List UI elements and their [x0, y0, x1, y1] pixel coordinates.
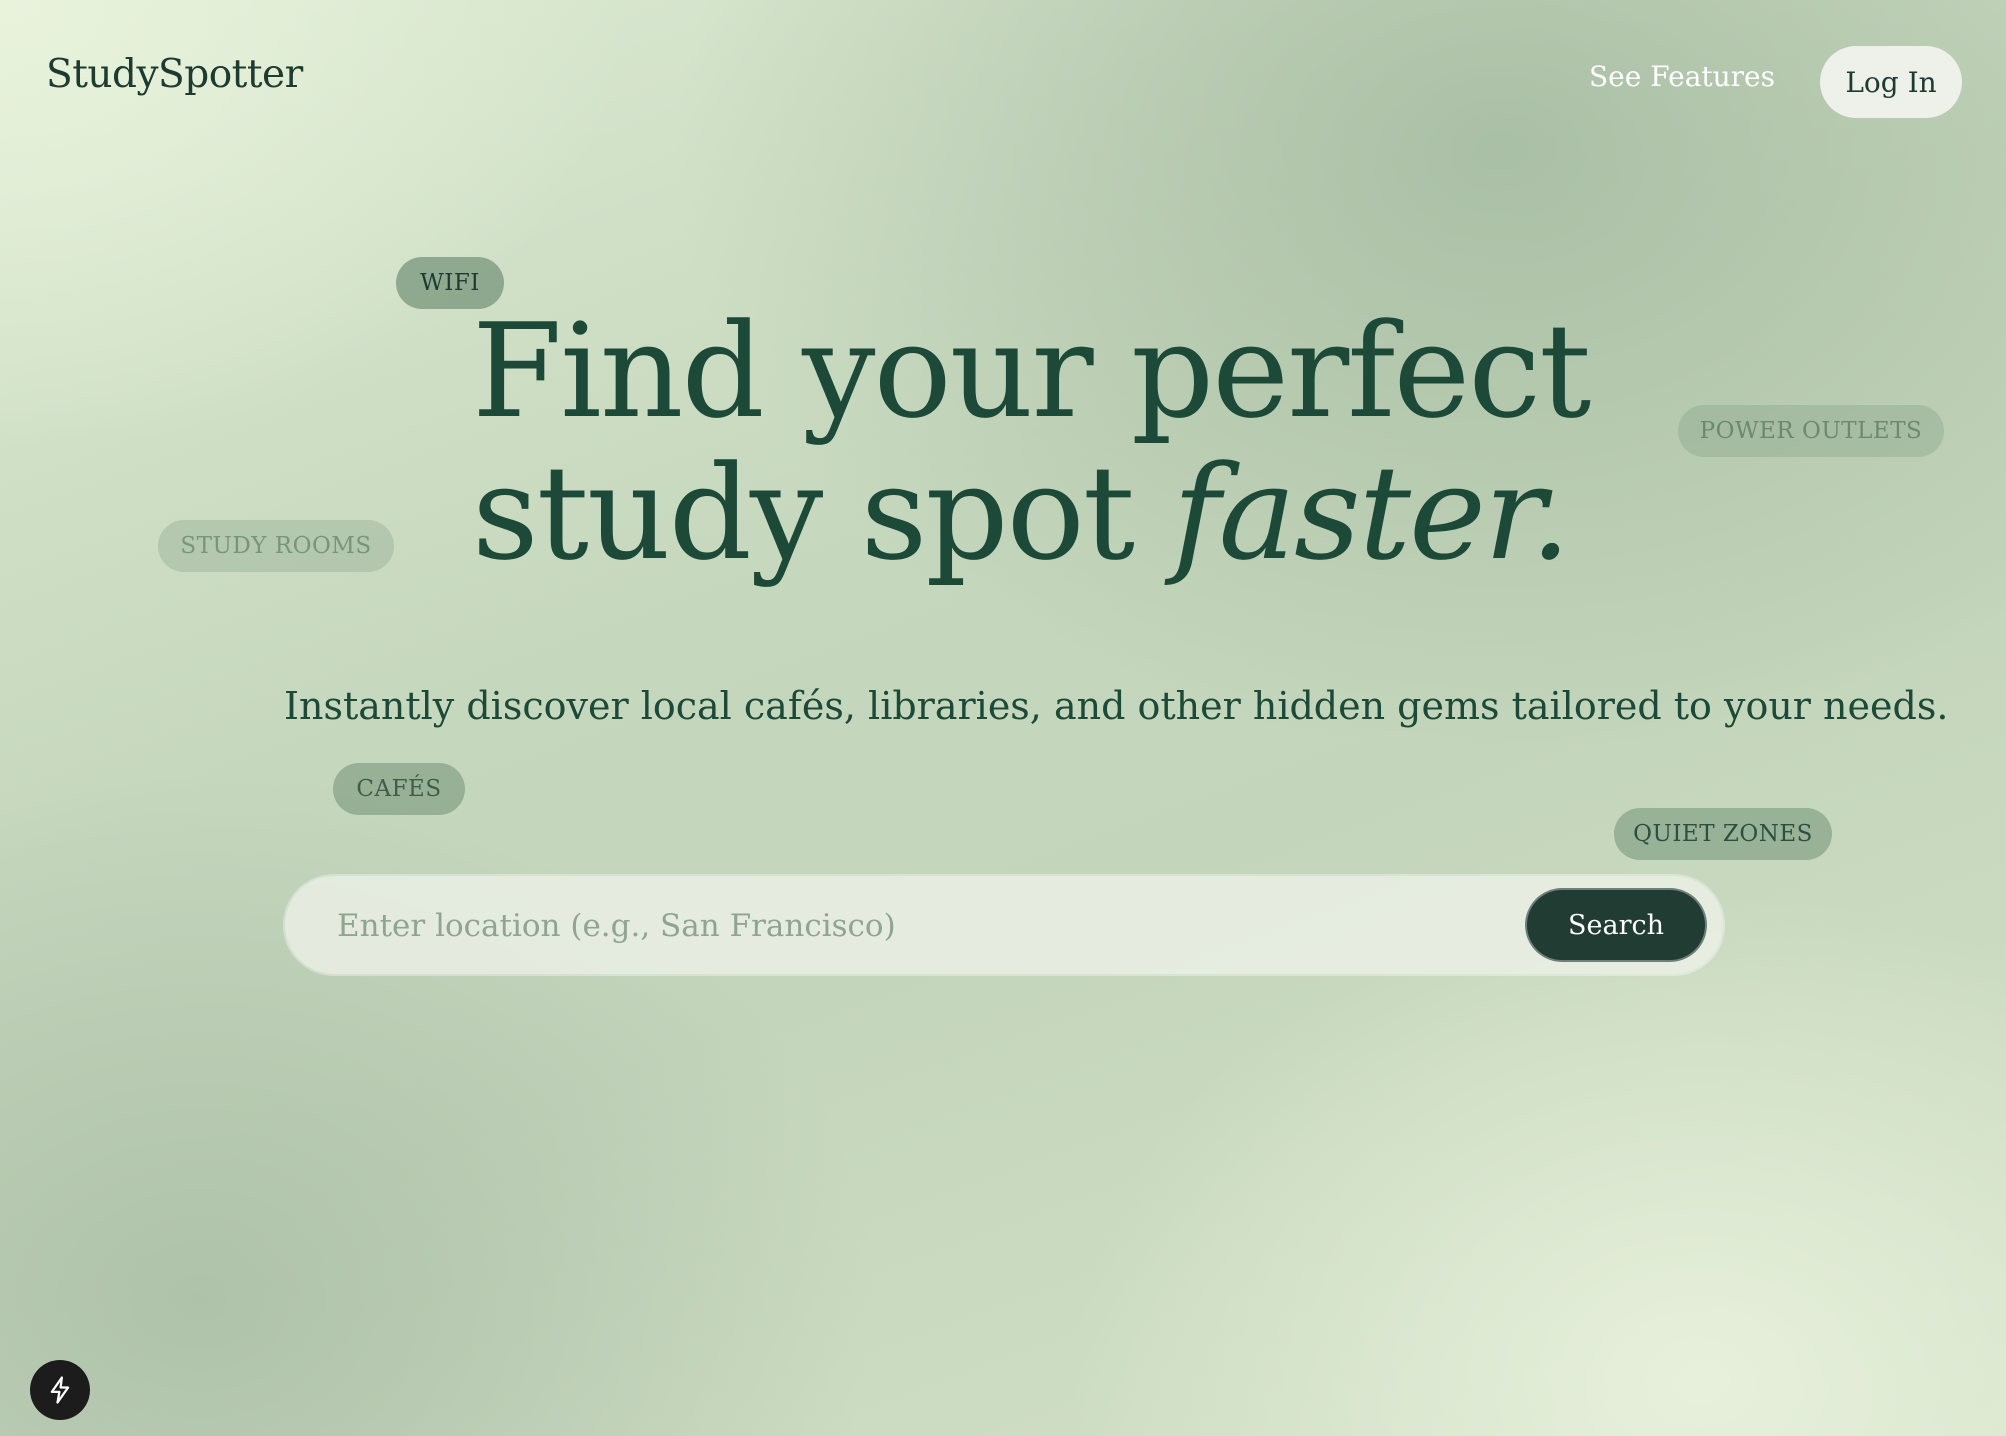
login-button[interactable]: Log In: [1820, 46, 1962, 118]
hero-headline: Find your perfect study spot faster.: [472, 300, 1672, 584]
search-bar: Search: [285, 876, 1723, 974]
tag-power-outlets: POWER OUTLETS: [1678, 405, 1944, 457]
tag-cafes: CAFÉS: [333, 763, 465, 815]
headline-line-2-plain: study spot: [472, 437, 1173, 589]
floating-action-button[interactable]: [30, 1360, 90, 1420]
headline-line-1: Find your perfect: [472, 295, 1591, 447]
headline-emphasis: faster.: [1172, 437, 1571, 589]
see-features-link[interactable]: See Features: [1582, 60, 1782, 93]
hero-subtitle: Instantly discover local cafés, librarie…: [284, 684, 1949, 728]
tag-study-rooms: STUDY ROOMS: [158, 520, 394, 572]
logo[interactable]: StudySpotter: [46, 52, 303, 97]
search-button[interactable]: Search: [1525, 888, 1707, 962]
tag-quiet-zones: QUIET ZONES: [1614, 808, 1832, 860]
headline-line-2: study spot faster.: [472, 442, 1672, 584]
lightning-bolt-icon: [50, 1376, 70, 1404]
location-search-input[interactable]: [335, 900, 1489, 952]
